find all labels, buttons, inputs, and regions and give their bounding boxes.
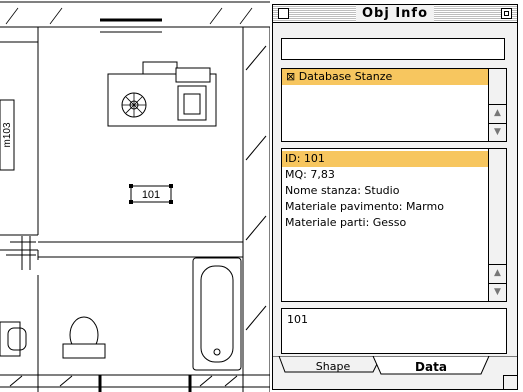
tab-data[interactable]: Data: [381, 359, 481, 375]
field-values-list[interactable]: ID: 101 MQ: 7,83 Nome stanza: Studio Mat…: [281, 148, 507, 302]
room-tag-label[interactable]: 101: [142, 189, 160, 201]
wall-label: m103: [2, 122, 13, 147]
field-row-materiale-pavimento[interactable]: Materiale pavimento: Marmo: [282, 199, 490, 215]
search-field[interactable]: [281, 38, 505, 60]
zoom-box-icon[interactable]: [501, 8, 512, 19]
palette-tabs: Shape Data: [273, 356, 517, 389]
scroll-down-arrow-icon[interactable]: ▼: [489, 123, 506, 140]
field-row-nome-stanza[interactable]: Nome stanza: Studio: [282, 183, 490, 199]
scroll-down-arrow-icon[interactable]: ▼: [489, 283, 506, 300]
close-box-icon[interactable]: [278, 8, 289, 19]
floor-plan-canvas[interactable]: 101 m103: [0, 0, 270, 392]
scroll-up-arrow-icon[interactable]: ▲: [489, 104, 506, 121]
field-list-scrollbar[interactable]: ▲ ▼: [488, 149, 506, 301]
tab-shape[interactable]: Shape: [293, 359, 373, 375]
scroll-up-arrow-icon[interactable]: ▲: [489, 264, 506, 281]
field-row-materiale-parti[interactable]: Materiale parti: Gesso: [282, 215, 490, 231]
field-row-id[interactable]: ID: 101: [282, 151, 490, 167]
obj-info-palette: Obj Info ⊠ Database Stanze ▲ ▼ ID: 101 M…: [272, 4, 518, 390]
field-value-editor[interactable]: 101: [281, 308, 507, 354]
palette-title: Obj Info: [355, 5, 435, 22]
record-list[interactable]: ⊠ Database Stanze ▲ ▼: [281, 68, 507, 142]
record-list-scrollbar[interactable]: ▲ ▼: [488, 69, 506, 141]
field-row-mq[interactable]: MQ: 7,83: [282, 167, 490, 183]
list-item-database-stanze[interactable]: ⊠ Database Stanze: [282, 69, 490, 85]
palette-title-bar[interactable]: Obj Info: [273, 5, 517, 23]
resize-grip-icon[interactable]: [503, 375, 517, 389]
